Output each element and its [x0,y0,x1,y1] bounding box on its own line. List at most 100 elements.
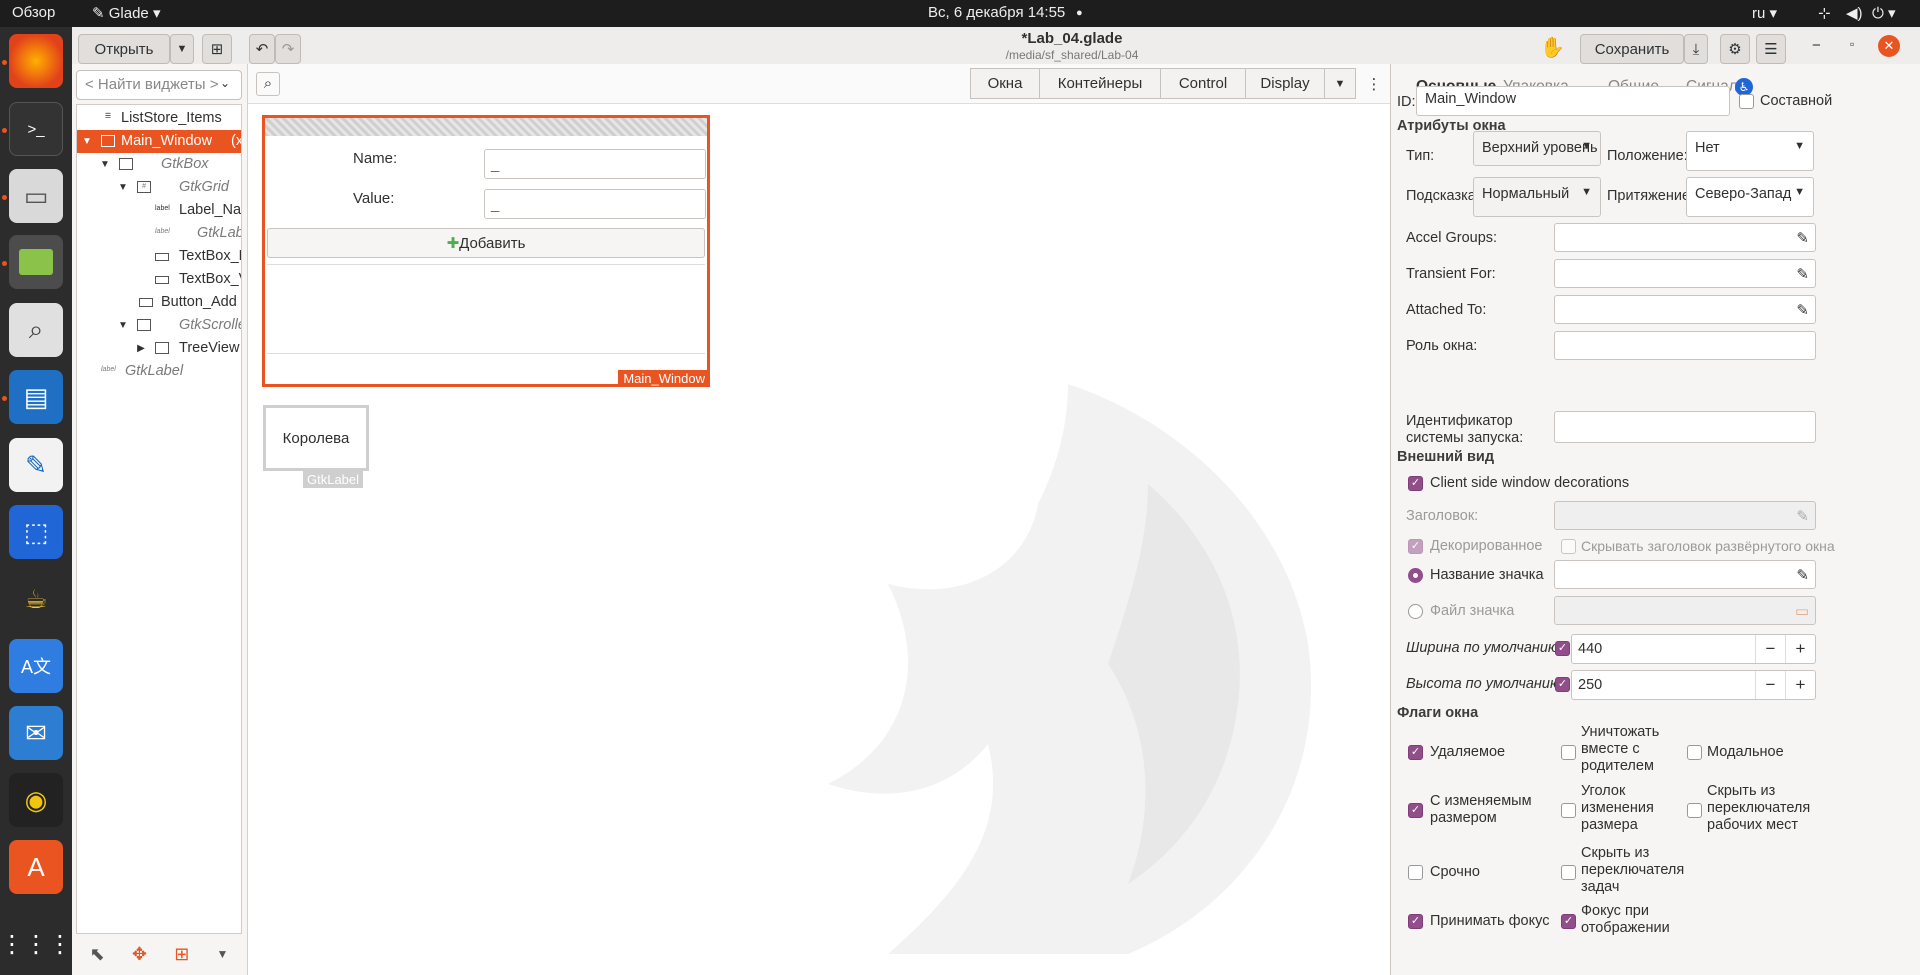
attached-to-input[interactable]: ✎ [1554,295,1816,324]
tree-row-gtklabel[interactable]: label GtkLabel [77,222,241,245]
clock[interactable]: Вс, 6 декабря 14:55 [928,4,1065,21]
decrement-icon[interactable]: − [1755,635,1785,663]
screenshot-icon[interactable]: ⬚ [9,505,63,559]
edit-pencil-icon[interactable]: ✎ [1796,265,1809,283]
power-icon[interactable]: ⏻ ▾ [1872,4,1896,22]
tab-display[interactable]: Display [1245,68,1325,99]
tree-row-liststore[interactable]: ☰ ListStore_Items [77,107,241,130]
decrement-icon[interactable]: − [1755,671,1785,699]
edit-pencil-icon[interactable]: ✎ [1796,229,1809,247]
csd-checkbox[interactable]: ✓ [1408,476,1423,491]
window-role-input[interactable] [1554,331,1816,360]
increment-icon[interactable]: + [1785,671,1815,699]
flag-focus-on-map-checkbox[interactable]: ✓ [1561,914,1576,929]
open-button[interactable]: Открыть [78,34,170,64]
increment-icon[interactable]: + [1785,635,1815,663]
tree-row-treeview[interactable]: ▶ TreeView [77,337,241,360]
minimize-icon[interactable]: − [1812,37,1821,54]
teapot-icon[interactable]: ☕ [9,572,63,626]
files-icon[interactable]: ▭ [9,169,63,223]
widget-search-input[interactable]: < Найти виджеты > [76,70,242,100]
glade-icon[interactable] [9,235,63,289]
recent-files-dropdown-icon[interactable]: ▼ [170,34,194,64]
app-menu[interactable]: ✎ Glade ▾ [92,4,160,22]
add-button[interactable]: ✚ Добавить [267,228,705,258]
tab-control[interactable]: Control [1160,68,1246,99]
save-button[interactable]: Сохранить [1580,34,1684,64]
chevron-down-icon[interactable]: ⌄ [220,76,230,90]
default-height-spin[interactable]: 250 − + [1571,670,1816,700]
rhythmbox-icon[interactable]: ◉ [9,773,63,827]
maximize-icon[interactable]: ▫ [1850,37,1854,51]
position-combo[interactable]: Нет ▼ [1686,131,1814,171]
decorated-checkbox[interactable]: ✓ [1408,539,1423,554]
software-center-icon[interactable]: A [9,840,63,894]
new-project-icon[interactable]: ⊞ [202,34,232,64]
search-tool-icon[interactable]: ⌕ [9,303,63,357]
flag-skip-taskbar-checkbox[interactable] [1561,865,1576,880]
icon-file-radio[interactable] [1408,604,1423,619]
tree-row-gtkgrid[interactable]: ▼ # GtkGrid [77,176,241,199]
network-icon[interactable]: ⊹ [1818,4,1831,22]
edit-pencil-icon[interactable]: ✎ [1796,301,1809,319]
palette-menu-icon[interactable]: ⋮ [1360,68,1388,99]
composite-checkbox[interactable] [1739,94,1754,109]
default-width-spin[interactable]: 440 − + [1571,634,1816,664]
more-palette-chevron-icon[interactable]: ▼ [1324,68,1356,99]
tree-row-textbox-name[interactable]: TextBox_Name [77,245,241,268]
writer-icon[interactable]: ▤ [9,370,63,424]
tree-view-area[interactable] [267,264,705,354]
tree-row-label-name[interactable]: label Label_Name [77,199,241,222]
volume-icon[interactable]: ◀) [1846,4,1863,22]
flag-destroy-with-parent-checkbox[interactable] [1561,745,1576,760]
select-pointer-icon[interactable]: ⬉ [90,944,105,965]
tree-row-scrolled-window[interactable]: ▼ GtkScrolledWindow [77,314,241,337]
activities-button[interactable]: Обзор [12,4,55,21]
search-icon[interactable]: ⌕ [256,72,280,96]
flag-accept-focus-checkbox[interactable]: ✓ [1408,914,1423,929]
transient-for-input[interactable]: ✎ [1554,259,1816,288]
flag-resize-grip-checkbox[interactable] [1561,803,1576,818]
thunderbird-icon[interactable]: ✉ [9,706,63,760]
label-widget-preview[interactable]: Королева [263,405,369,471]
keyboard-layout[interactable]: ru ▾ [1752,4,1777,22]
value-entry[interactable]: _ [484,189,706,219]
chevron-down-icon[interactable]: ▼ [216,947,228,961]
preferences-gear-icon[interactable]: ⚙ [1720,34,1750,64]
firefox-icon[interactable] [9,34,63,88]
name-entry[interactable]: _ [484,149,706,179]
tab-containers[interactable]: Контейнеры [1039,68,1161,99]
flag-resizable-checkbox[interactable]: ✓ [1408,803,1423,818]
tree-row-main-window[interactable]: ▼ Main_Window (x [77,130,241,153]
flag-skip-pager-checkbox[interactable] [1687,803,1702,818]
gravity-combo[interactable]: Северо-Запад ▼ [1686,177,1814,217]
tree-row-gtkbox[interactable]: ▼ GtkBox [77,153,241,176]
flag-urgent-checkbox[interactable] [1408,865,1423,880]
undo-icon[interactable]: ↶ [249,34,275,64]
icon-name-input[interactable]: ✎ [1554,560,1816,589]
terminal-icon[interactable]: >_ [9,102,63,156]
inspector-hand-icon[interactable]: ✋ [1540,35,1565,60]
startup-id-input[interactable] [1554,411,1816,443]
redo-icon[interactable]: ↷ [275,34,301,64]
tree-row-gtklabel-2[interactable]: label GtkLabel [77,360,241,383]
tree-row-button-add[interactable]: Button_Add [77,291,241,314]
default-width-checkbox[interactable]: ✓ [1555,641,1570,656]
edit-pencil-icon[interactable]: ✎ [1796,566,1809,584]
flag-modal-checkbox[interactable] [1687,745,1702,760]
text-editor-icon[interactable]: ✎ [9,438,63,492]
translate-icon[interactable]: A文 [9,639,63,693]
icon-name-radio[interactable] [1408,568,1423,583]
main-window-preview[interactable]: Name: _ Value: _ ✚ Добавить Main_Window [262,115,710,387]
tree-row-textbox-value[interactable]: TextBox_Value [77,268,241,291]
accel-groups-input[interactable]: ✎ [1554,223,1816,252]
hide-titlebar-checkbox[interactable] [1561,539,1576,554]
save-as-icon[interactable]: ⤓ [1684,34,1708,64]
drag-resize-icon[interactable]: ✥ [132,944,147,965]
id-input[interactable]: Main_Window [1416,86,1730,116]
close-icon[interactable]: ✕ [1878,35,1900,57]
design-canvas[interactable]: ⌕ Окна Контейнеры Control Display ▼ ⋮ Na… [248,64,1390,975]
main-menu-icon[interactable]: ☰ [1756,34,1786,64]
type-combo[interactable]: Верхний уровень ▼ [1473,131,1601,166]
title-input[interactable]: ✎ [1554,501,1816,530]
